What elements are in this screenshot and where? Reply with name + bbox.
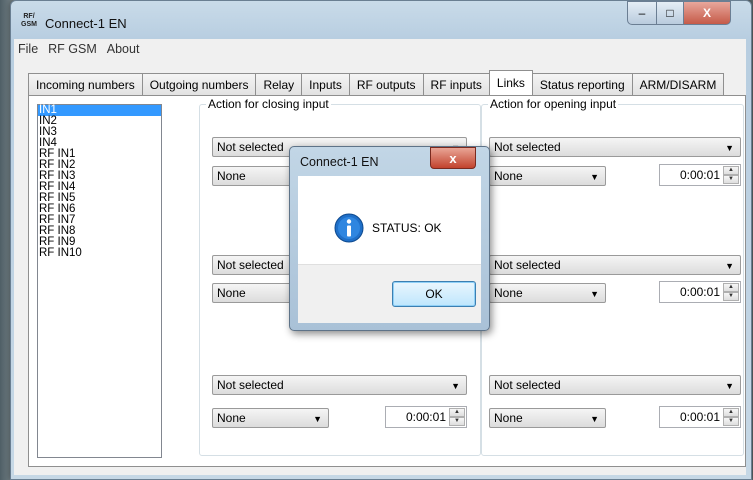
chevron-down-icon: ▼ [725,261,734,271]
opening-delay-value: 0:00:01 [679,168,720,182]
tab-outgoing-numbers[interactable]: Outgoing numbers [141,73,257,95]
tab-status-reporting[interactable]: Status reporting [531,73,633,95]
tab-rf-outputs[interactable]: RF outputs [348,73,424,95]
opening-action-value: Not selected [494,258,561,272]
list-item[interactable]: RF IN10 [38,247,161,259]
spin-down-icon[interactable]: ▼ [723,417,739,426]
tab-rf-inputs[interactable]: RF inputs [422,73,490,95]
info-icon [334,213,364,243]
opening-target-value: None [494,169,523,183]
closing-target-value: None [217,411,246,425]
dialog-close-button[interactable]: x [430,147,476,169]
menu-bar: File RF GSM About [14,39,746,59]
status-dialog: Connect-1 EN x STATUS: OK OK [289,146,490,331]
opening-delay-value: 0:00:01 [679,285,720,299]
closing-target-value: None [217,169,246,183]
opening-action-select-1[interactable]: Not selected ▼ [489,137,741,157]
closing-target-value: None [217,286,246,300]
close-icon: X [702,6,711,20]
opening-group-title: Action for opening input [488,97,619,111]
spin-up-icon[interactable]: ▲ [723,408,739,417]
menu-about[interactable]: About [102,42,145,56]
dialog-footer: OK [298,264,481,323]
opening-target-value: None [494,411,523,425]
window-title: Connect-1 EN [45,16,127,31]
opening-action-value: Not selected [494,378,561,392]
minimize-icon: – [638,6,646,20]
close-icon: x [449,150,457,166]
ok-button[interactable]: OK [392,281,476,307]
opening-delay-spinner-2[interactable]: 0:00:01 ▲ ▼ [659,281,741,303]
opening-action-select-3[interactable]: Not selected ▼ [489,375,741,395]
closing-group-title: Action for closing input [206,97,331,111]
spin-up-icon[interactable]: ▲ [449,408,465,417]
tab-links[interactable]: Links [488,70,533,95]
closing-action-value: Not selected [217,258,284,272]
closing-target-select-3[interactable]: None ▼ [212,408,329,428]
close-window-button[interactable]: X [683,1,731,25]
opening-target-select-1[interactable]: None ▼ [489,166,606,186]
opening-delay-spinner-3[interactable]: 0:00:01 ▲ ▼ [659,406,741,428]
dialog-title: Connect-1 EN [300,155,379,169]
opening-action-select-2[interactable]: Not selected ▼ [489,255,741,275]
closing-action-select-3[interactable]: Not selected ▼ [212,375,467,395]
inputs-listbox[interactable]: IN1 IN2 IN3 IN4 RF IN1 RF IN2 RF IN3 RF … [37,104,162,458]
chevron-down-icon: ▼ [590,289,599,299]
chevron-down-icon: ▼ [725,143,734,153]
closing-action-value: Not selected [217,378,284,392]
chevron-down-icon: ▼ [451,381,460,391]
spin-up-icon[interactable]: ▲ [723,283,739,292]
closing-action-value: Not selected [217,140,284,154]
minimize-button[interactable]: – [627,1,657,25]
spin-down-icon[interactable]: ▼ [449,417,465,426]
dialog-body: STATUS: OK OK [298,176,481,323]
title-bar[interactable]: RF/ GSM Connect-1 EN – □ X [11,1,751,39]
opening-action-value: Not selected [494,140,561,154]
spin-up-icon[interactable]: ▲ [723,166,739,175]
opening-target-select-3[interactable]: None ▼ [489,408,606,428]
spin-down-icon[interactable]: ▼ [723,292,739,301]
opening-target-select-2[interactable]: None ▼ [489,283,606,303]
opening-delay-spinner-1[interactable]: 0:00:01 ▲ ▼ [659,164,741,186]
closing-delay-spinner-3[interactable]: 0:00:01 ▲ ▼ [385,406,467,428]
chevron-down-icon: ▼ [590,414,599,424]
rf-gsm-app-icon: RF/ GSM [21,13,37,28]
menu-file[interactable]: File [14,42,43,56]
spin-down-icon[interactable]: ▼ [723,175,739,184]
chevron-down-icon: ▼ [313,414,322,424]
tab-arm-disarm[interactable]: ARM/DISARM [631,73,725,95]
opening-delay-value: 0:00:01 [679,410,720,424]
maximize-icon: □ [666,6,674,20]
chevron-down-icon: ▼ [725,381,734,391]
tab-inputs[interactable]: Inputs [301,73,350,95]
tab-strip: Incoming numbers Outgoing numbers Relay … [28,70,725,95]
tab-incoming-numbers[interactable]: Incoming numbers [28,73,143,95]
chevron-down-icon: ▼ [590,172,599,182]
maximize-button[interactable]: □ [656,1,684,25]
dialog-message: STATUS: OK [372,221,442,235]
menu-rf-gsm[interactable]: RF GSM [43,42,102,56]
opening-target-value: None [494,286,523,300]
closing-delay-value: 0:00:01 [405,410,446,424]
tab-relay[interactable]: Relay [255,73,303,95]
